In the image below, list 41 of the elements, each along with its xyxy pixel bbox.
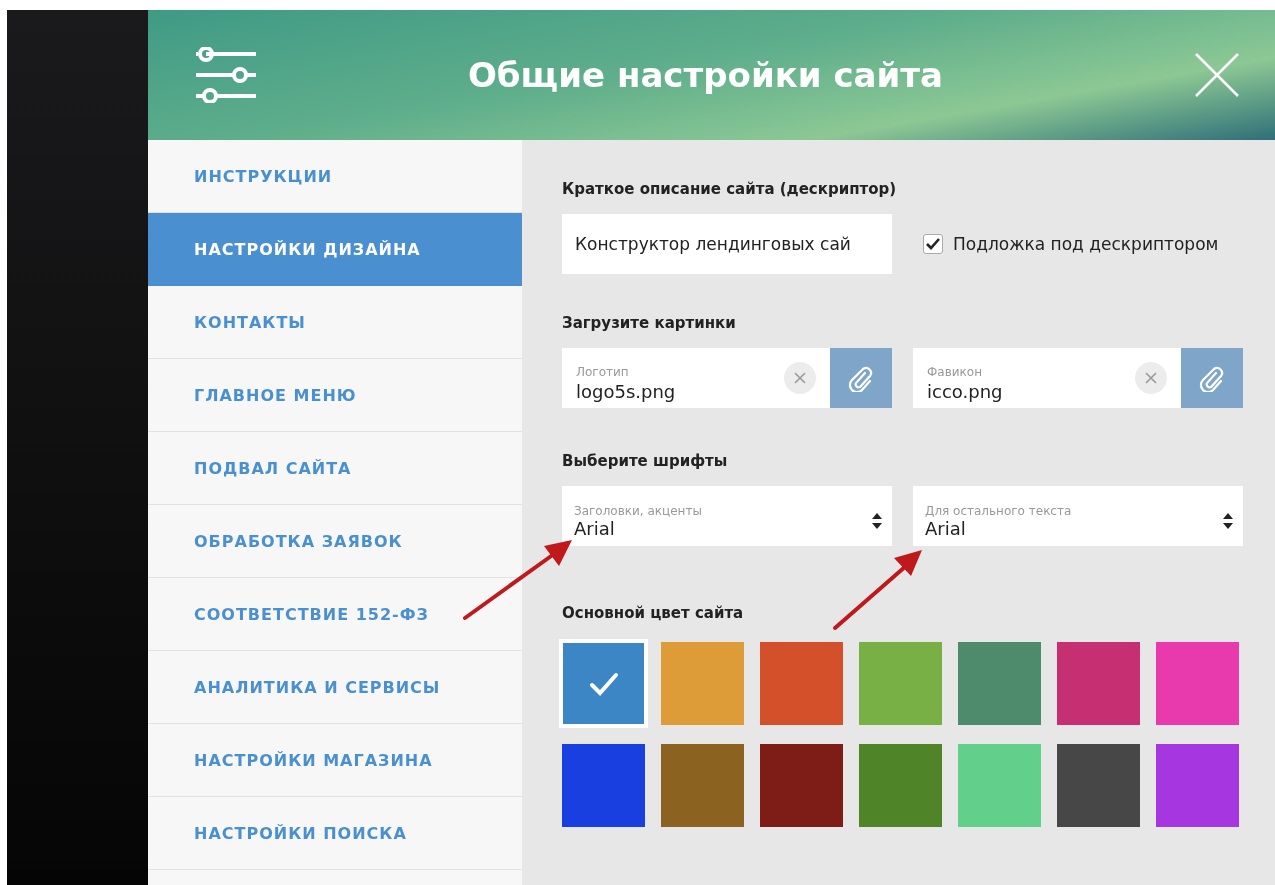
checkbox[interactable]	[923, 234, 943, 254]
section-heading: Краткое описание сайта (дескриптор)	[562, 180, 898, 198]
color-swatch[interactable]	[1057, 642, 1140, 725]
close-icon	[1193, 51, 1241, 99]
up-down-arrows-icon	[1223, 513, 1233, 529]
color-swatch[interactable]	[958, 744, 1041, 827]
check-icon	[588, 671, 619, 696]
attach-button[interactable]	[830, 348, 892, 408]
close-icon	[1145, 372, 1157, 384]
color-swatch[interactable]	[562, 744, 645, 827]
color-swatch[interactable]	[859, 642, 942, 725]
color-swatch[interactable]	[859, 744, 942, 827]
descriptor-field[interactable]: Конструктор лендинговых сай	[562, 214, 892, 274]
clear-button[interactable]	[784, 362, 816, 394]
dialog-title: Общие настройки сайта	[466, 55, 945, 95]
section-heading: Выберите шрифты	[562, 452, 729, 470]
font-select[interactable]: Для остального текста Arial	[913, 486, 1243, 546]
color-swatch[interactable]	[760, 642, 843, 725]
upload-field[interactable]: Логотип logo5s.png	[562, 348, 830, 408]
font-select[interactable]: Заголовки, акценты Arial	[562, 486, 892, 546]
paperclip-icon	[1199, 364, 1225, 392]
color-swatch[interactable]	[1156, 642, 1239, 725]
upload-field[interactable]: Фавикон icco.png	[913, 348, 1181, 408]
color-swatch[interactable]	[958, 642, 1041, 725]
checkbox-label: Подложка под дескриптором	[953, 234, 1219, 254]
settings-sliders-icon	[194, 47, 258, 103]
color-swatch[interactable]	[1156, 744, 1239, 827]
clear-button[interactable]	[1135, 362, 1167, 394]
color-swatch[interactable]	[661, 642, 744, 725]
color-swatch[interactable]	[562, 642, 645, 725]
close-button[interactable]	[1193, 51, 1241, 99]
color-swatch[interactable]	[760, 744, 843, 827]
close-icon	[794, 372, 806, 384]
up-down-arrows-icon	[872, 513, 882, 529]
paperclip-icon	[848, 364, 874, 392]
section-heading: Загрузите картинки	[562, 314, 737, 332]
sidebar-item[interactable]: НАСТРОЙКИ ДИЗАЙНА	[148, 213, 522, 286]
color-swatch[interactable]	[1057, 744, 1140, 827]
section-heading: Основной цвет сайта	[562, 604, 745, 622]
color-swatch[interactable]	[661, 744, 744, 827]
attach-button[interactable]	[1181, 348, 1243, 408]
